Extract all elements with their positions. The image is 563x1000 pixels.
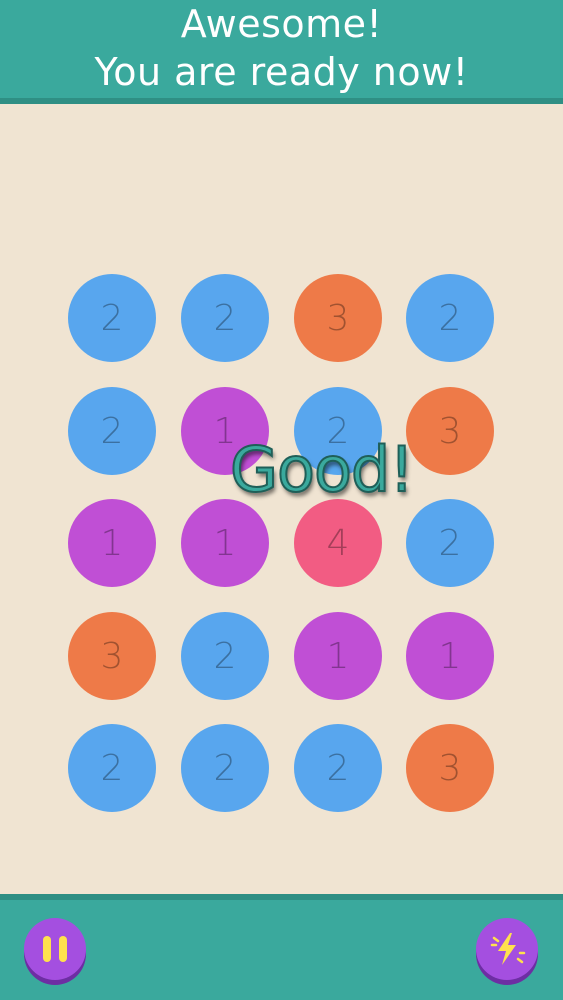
tile-r1-c1[interactable]: 2: [68, 274, 156, 362]
tile-r2-c4[interactable]: 3: [406, 387, 494, 475]
lightning-icon: [490, 933, 526, 965]
tile-r3-c4[interactable]: 2: [406, 499, 494, 587]
tile-r1-c4[interactable]: 2: [406, 274, 494, 362]
boost-button[interactable]: [476, 918, 538, 980]
header-subtitle: You are ready now!: [94, 50, 469, 94]
header-banner: Awesome! You are ready now!: [0, 0, 563, 104]
pause-icon: [39, 936, 71, 962]
pause-button[interactable]: [24, 918, 86, 980]
tile-r5-c2[interactable]: 2: [181, 724, 269, 812]
header-title: Awesome!: [180, 2, 383, 46]
tile-r2-c2[interactable]: 1: [181, 387, 269, 475]
tile-r2-c3[interactable]: 2: [294, 387, 382, 475]
tile-r5-c3[interactable]: 2: [294, 724, 382, 812]
tile-r5-c4[interactable]: 3: [406, 724, 494, 812]
tile-r4-c3[interactable]: 1: [294, 612, 382, 700]
tile-r3-c3[interactable]: 4: [294, 499, 382, 587]
tile-r1-c3[interactable]: 3: [294, 274, 382, 362]
tile-r4-c2[interactable]: 2: [181, 612, 269, 700]
tile-r2-c1[interactable]: 2: [68, 387, 156, 475]
tile-r4-c1[interactable]: 3: [68, 612, 156, 700]
tile-r1-c2[interactable]: 2: [181, 274, 269, 362]
tile-r3-c2[interactable]: 1: [181, 499, 269, 587]
tile-r5-c1[interactable]: 2: [68, 724, 156, 812]
tile-r4-c4[interactable]: 1: [406, 612, 494, 700]
tile-r3-c1[interactable]: 1: [68, 499, 156, 587]
